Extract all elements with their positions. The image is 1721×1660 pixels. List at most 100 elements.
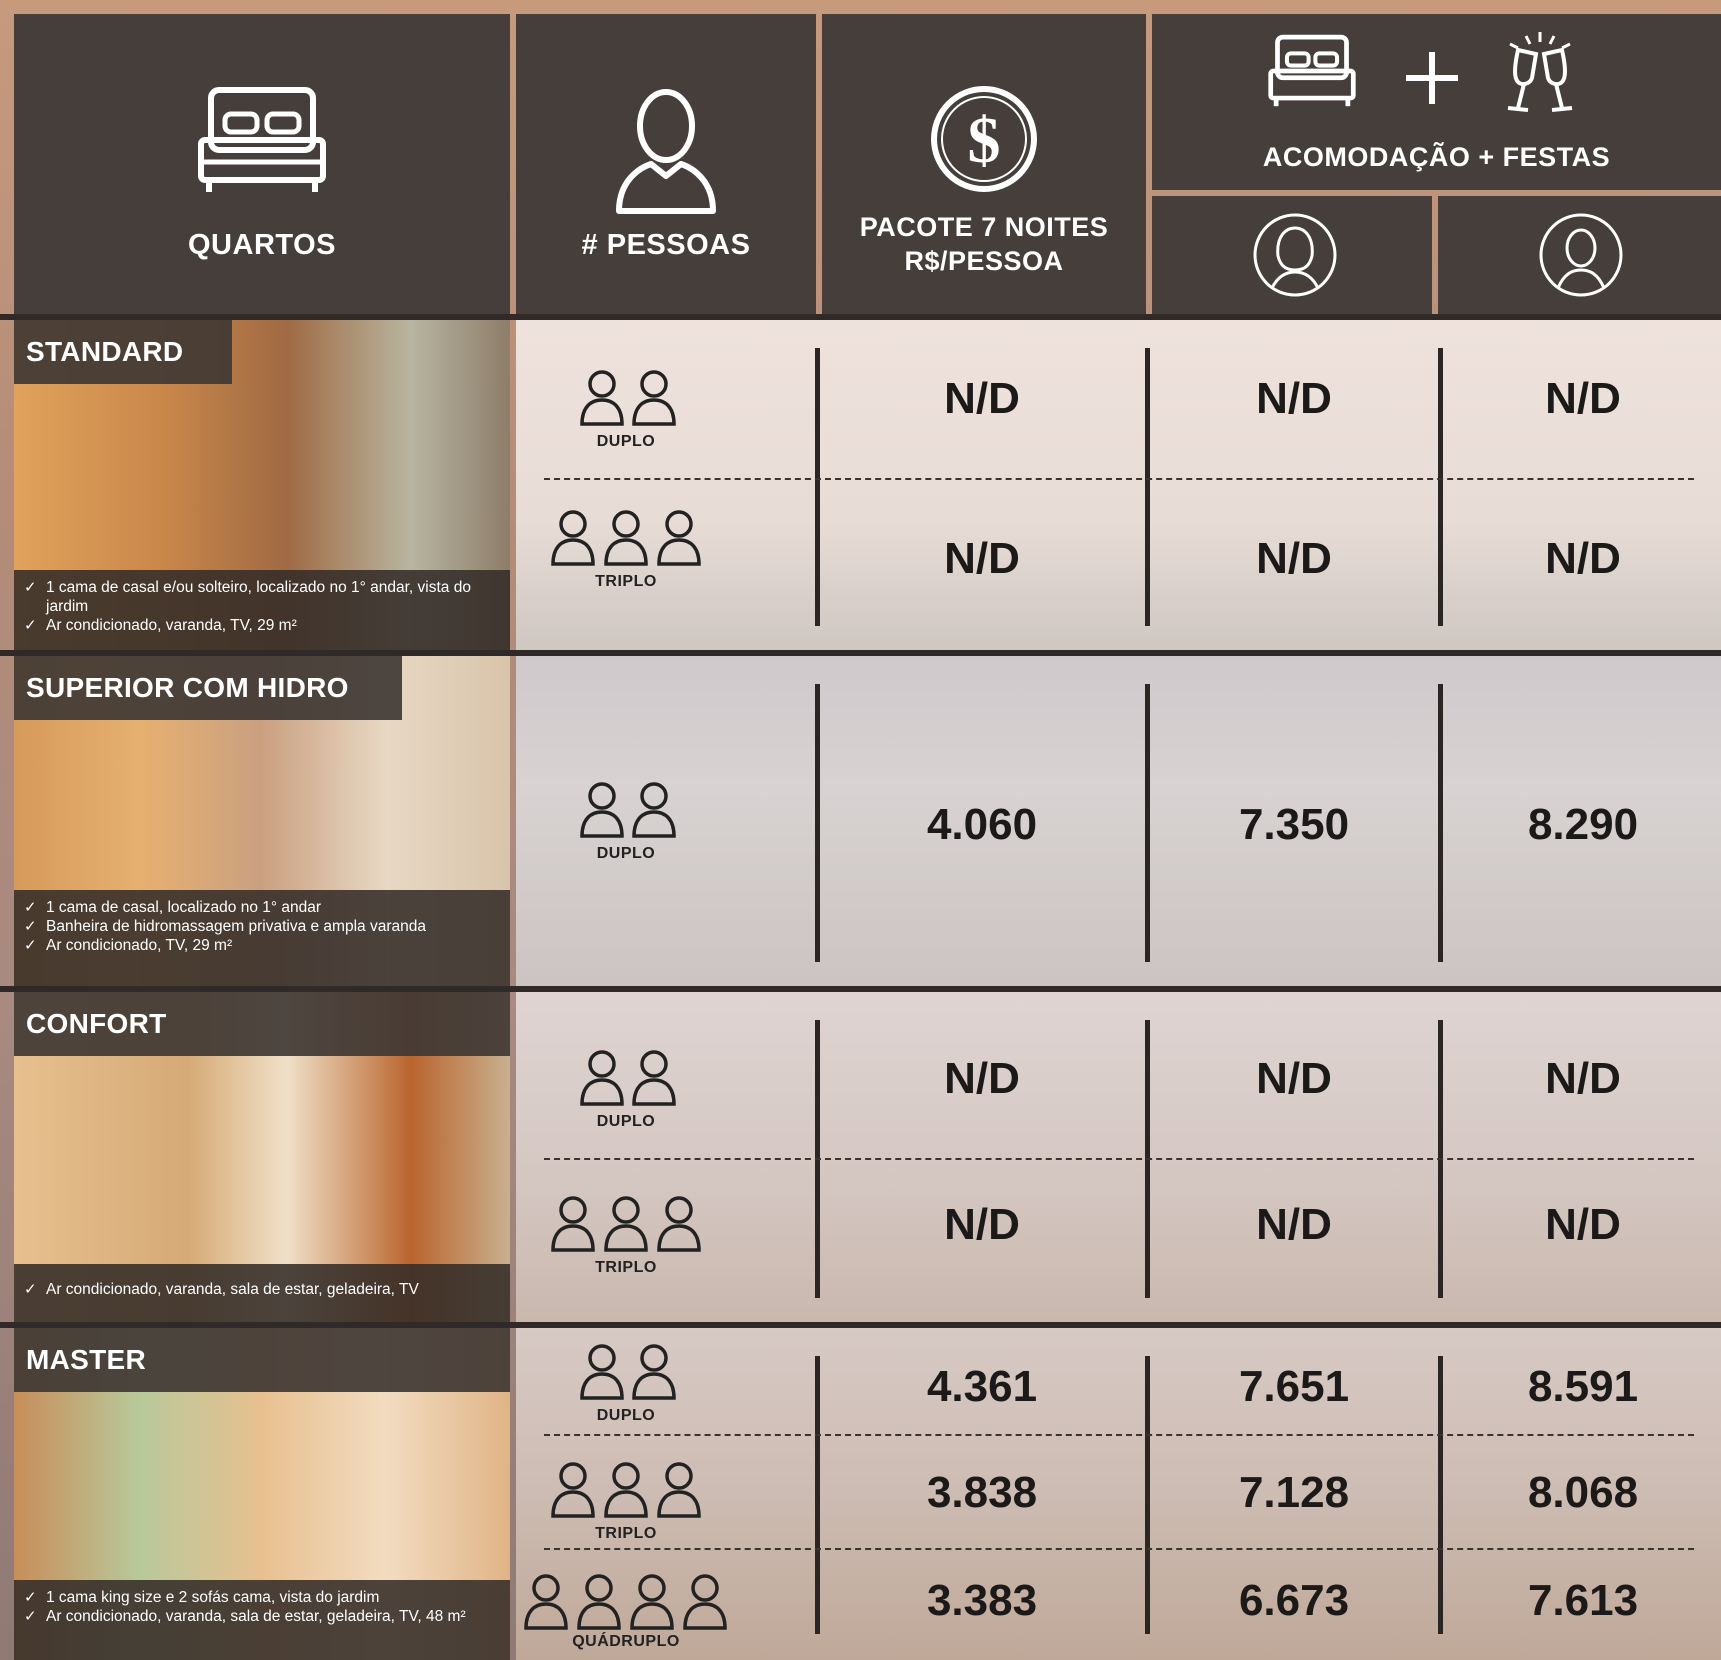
room-title: STANDARD [14,320,232,384]
woman-avatar-icon [1253,213,1337,297]
three-people-icon [551,1462,701,1518]
price-masculino: N/D [1545,374,1621,423]
price-pacote: 3.383 [926,1576,1038,1625]
header-acomodacao: ACOMODAÇÃO + FESTAS [1152,14,1721,190]
room-features: 1 cama de casal, localizado no 1° andar … [14,890,510,986]
room-features: 1 cama king size e 2 sofás cama, vista d… [14,1580,510,1660]
feature-item: 1 cama de casal e/ou solteiro, localizad… [24,578,500,616]
price-masculino: N/D [1545,1200,1621,1249]
price-feminino: 6.673 [1238,1576,1350,1625]
price-pacote: N/D [944,374,1020,423]
feature-item: Ar condicionado, varanda, sala de estar,… [24,1280,500,1299]
four-people-icon [524,1574,727,1630]
room-master: MASTER 1 cama king size e 2 sofás cama, … [14,1328,510,1660]
bed-icon [198,87,326,192]
feature-item: Banheira de hidromassagem privativa e am… [24,917,500,936]
price-feminino: N/D [1256,1054,1332,1103]
two-people-icon [580,1050,676,1106]
people-triplo: TRIPLO [546,1460,706,1543]
price-table: QUARTOS # PESSOAS $ PACOTE 7 NOITES R$/P… [0,0,1721,1660]
people-label: DUPLO [596,845,656,862]
person-icon [616,89,716,214]
people-label: DUPLO [596,1113,656,1130]
price-feminino: 7.350 [1238,800,1350,849]
people-triplo: TRIPLO [546,1194,706,1277]
price-masculino: N/D [1545,1054,1621,1103]
price-feminino: 7.651 [1238,1362,1350,1411]
man-avatar-icon [1539,213,1623,297]
people-quadruplo: QUÁDRUPLO [518,1572,734,1651]
header-pacote: $ PACOTE 7 NOITES R$/PESSOA [822,14,1146,314]
room-features: 1 cama de casal e/ou solteiro, localizad… [14,570,510,650]
column-divider [1145,348,1150,626]
room-title: CONFORT [14,992,510,1056]
column-divider [1145,1356,1150,1634]
two-people-icon [580,370,676,426]
column-divider [1145,684,1150,962]
feature-item: 1 cama king size e 2 sofás cama, vista d… [24,1588,500,1607]
people-label: QUÁDRUPLO [572,1633,680,1650]
room-features: Ar condicionado, varanda, sala de estar,… [14,1264,510,1322]
price-pacote: 4.060 [926,800,1038,849]
prices-master: DUPLO TRIPLO QUÁDRUPLO 4.361 7.651 8.591… [516,1328,1721,1660]
price-masculino: 7.613 [1527,1576,1639,1625]
column-divider [1438,348,1443,626]
price-pacote: 4.361 [926,1362,1038,1411]
column-divider [1438,1356,1443,1634]
three-people-icon [551,510,701,566]
feature-item: 1 cama de casal, localizado no 1° andar [24,898,500,917]
price-pacote: 3.838 [926,1468,1038,1517]
column-divider [815,348,820,626]
row-divider [544,478,1694,480]
row-divider [544,1548,1694,1550]
three-people-icon [551,1196,701,1252]
header-pessoas-label: # PESSOAS [581,229,751,261]
price-masculino: 8.068 [1527,1468,1639,1517]
two-people-icon [580,1344,676,1400]
prices-confort: DUPLO TRIPLO N/D N/D N/D N/D N/D N/D [516,992,1721,1322]
price-pacote: N/D [944,534,1020,583]
bed-icon [1268,34,1356,107]
header-quartos: QUARTOS [14,14,510,314]
room-confort: CONFORT Ar condicionado, varanda, sala d… [14,992,510,1322]
price-pacote: N/D [944,1054,1020,1103]
people-label: TRIPLO [595,1259,657,1276]
header-masculino [1438,196,1721,314]
column-divider [815,684,820,962]
header-acomodacao-label: ACOMODAÇÃO + FESTAS [1262,142,1611,172]
row-divider [544,1434,1694,1436]
price-masculino: 8.290 [1527,800,1639,849]
header-pacote-line1: PACOTE 7 NOITES [859,212,1109,242]
feature-item: Ar condicionado, varanda, TV, 29 m² [24,616,500,635]
plus-icon [1406,52,1458,104]
room-title: SUPERIOR COM HIDRO [14,656,402,720]
price-masculino: N/D [1545,534,1621,583]
people-duplo: DUPLO [576,1342,676,1425]
prices-superior-hidro: DUPLO 4.060 7.350 8.290 [516,656,1721,986]
price-feminino: 7.128 [1238,1468,1350,1517]
people-label: TRIPLO [595,573,657,590]
people-label: DUPLO [596,433,656,450]
room-standard: STANDARD 1 cama de casal e/ou solteiro, … [14,320,510,650]
row-divider [544,1158,1694,1160]
price-feminino: N/D [1256,534,1332,583]
people-triplo: TRIPLO [546,508,706,591]
champagne-icon [1507,32,1573,112]
people-label: DUPLO [596,1407,656,1424]
people-duplo: DUPLO [576,780,676,863]
header-pacote-line2: R$/PESSOA [904,246,1064,276]
people-duplo: DUPLO [576,368,676,451]
column-divider [815,1356,820,1634]
people-duplo: DUPLO [576,1048,676,1131]
feature-item: Ar condicionado, varanda, sala de estar,… [24,1607,500,1626]
header-pessoas: # PESSOAS [516,14,816,314]
svg-text:$: $ [968,104,1001,177]
two-people-icon [580,782,676,838]
price-pacote: N/D [944,1200,1020,1249]
header-quartos-label: QUARTOS [188,229,336,261]
header-feminino [1152,196,1432,314]
column-divider [1438,684,1443,962]
room-superior-hidro: SUPERIOR COM HIDRO 1 cama de casal, loca… [14,656,510,986]
prices-standard: DUPLO TRIPLO N/D N/D N/D N/D N/D N/D [516,320,1721,650]
room-title: MASTER [14,1328,510,1392]
